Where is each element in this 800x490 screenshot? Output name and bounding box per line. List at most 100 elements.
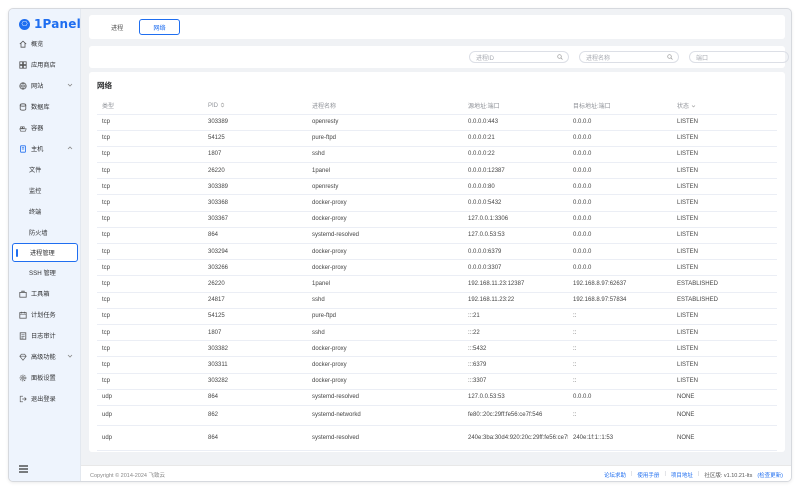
cell-pid: 54125 [203,130,307,147]
cell-source: 127.0.0.53:53 [463,227,568,245]
column-header-label: 状态 [677,104,690,111]
sidebar-item-overview[interactable]: 概览 [9,33,81,54]
cell-process-name: sshd [307,292,463,309]
cell-type: tcp [97,227,203,245]
cell-type: udp [97,425,203,451]
cell-type: tcp [97,275,203,293]
port-placeholder: 端口 [696,55,709,62]
sidebar-item-database[interactable]: 数据库 [9,96,81,117]
table-row: udp 862 systemd-networkd fe80::20c:29ff:fe5… [97,405,777,426]
menu-collapse-icon[interactable] [19,465,28,473]
toolbox-icon [19,290,27,298]
cell-destination: :: [568,373,672,390]
sidebar-item-firewall[interactable]: 防火墙 [9,222,81,243]
cell-destination: 0.0.0.0 [568,146,672,164]
cell-status: LISTEN [672,308,777,325]
sidebar-item-ssh-management[interactable]: SSH 管理 [9,262,81,283]
cell-pid: 864 [203,227,307,245]
sidebar-item-label: 计划任务 [31,312,56,319]
sidebar-item-label: 网站 [31,83,44,90]
sidebar-item-label: 终端 [29,209,42,216]
cell-pid: 54125 [203,308,307,325]
logo-text: 1Panel [34,17,81,31]
check-update-link[interactable]: (检查更新) [757,471,783,479]
table-body: tcp 303389 openresty 0.0.0.0:443 0.0.0.0 LIST… [97,114,777,451]
cell-process-name: systemd-resolved [307,227,463,245]
cell-process-name: systemd-networkd [307,405,463,426]
cell-pid: 303389 [203,178,307,196]
project-link[interactable]: 项目地址 [671,471,693,479]
sidebar-item-label: 防火墙 [29,230,48,237]
sidebar-item-container[interactable]: 容器 [9,117,81,138]
sort-icon[interactable] [220,102,225,108]
cell-type: udp [97,405,203,426]
calendar-icon [19,311,27,319]
cell-source: 0.0.0.0:443 [463,114,568,131]
cell-process-name: systemd-resolved [307,389,463,406]
cell-destination: 192.168.8.97:57834 [568,292,672,309]
process-name-placeholder: 进程名称 [586,55,611,62]
sidebar-item-app-store[interactable]: 应用商店 [9,54,81,75]
sidebar-item-logout[interactable]: 退出登录 [9,388,81,409]
table-row: tcp 303367 docker-proxy 127.0.0.1:3306 0.0.0… [97,211,777,228]
sidebar-item-files[interactable]: 文件 [9,159,81,180]
cell-process-name: docker-proxy [307,373,463,390]
network-table: 类型 PID 进程名称 源地址:端口 目标地址:端口 状态 tcp 303389 o… [97,98,777,451]
network-panel: 网络 类型 PID 进程名称 源地址:端口 目标地址:端口 状态 tcp 3033… [89,72,785,452]
sidebar-item-website[interactable]: 网站 [9,75,81,96]
sidebar-item-terminal[interactable]: 终端 [9,201,81,222]
sidebar-item-label: 监控 [29,188,42,195]
cell-status: LISTEN [672,373,777,390]
logo-icon: ⎔ [19,18,30,30]
cell-type: tcp [97,146,203,164]
divider: | [664,471,666,477]
cell-type: tcp [97,373,203,390]
pid-search-input[interactable]: 进程ID [469,51,569,63]
cell-source: :::6379 [463,356,568,374]
sidebar-item-toolbox[interactable]: 工具箱 [9,283,81,304]
globe-icon [19,81,27,90]
cell-type: tcp [97,308,203,325]
sidebar-item-log-audit[interactable]: 日志审计 [9,325,81,346]
cell-pid: 303382 [203,340,307,358]
cell-destination: 192.168.8.97:62637 [568,275,672,293]
cell-pid: 26220 [203,162,307,180]
host-icon [19,144,27,153]
sidebar-item-monitor[interactable]: 监控 [9,180,81,201]
cell-process-name: sshd [307,146,463,164]
cell-destination: :: [568,356,672,374]
table-row: tcp 303294 docker-proxy 0.0.0.0:6379 0.0.0.0… [97,243,777,261]
cell-pid: 864 [203,389,307,406]
cell-pid: 303389 [203,114,307,131]
logo[interactable]: ⎔ 1Panel [19,15,81,33]
column-header-status[interactable]: 状态 [672,98,777,115]
diamond-icon [19,353,27,361]
cell-destination: 0.0.0.0 [568,389,672,406]
column-header-pid[interactable]: PID [203,98,307,115]
sidebar-item-host[interactable]: 主机 [9,138,81,159]
sidebar-item-advanced[interactable]: 高级功能 [9,346,81,367]
sidebar-item-process-management[interactable]: 进程管理 [12,243,78,262]
manual-link[interactable]: 使用手册 [637,471,659,479]
tab-network[interactable]: 网络 [139,19,180,35]
sidebar-item-label: 容器 [31,125,44,132]
process-name-search-input[interactable]: 进程名称 [579,51,679,63]
port-search-input[interactable]: 端口 [689,51,789,63]
cell-pid: 864 [203,425,307,451]
sidebar-item-label: 文件 [29,167,42,174]
footer-links: 论坛求助 | 使用手册 | 项目地址 | 社区版: v1.10.21-lts (… [604,471,783,479]
cell-type: udp [97,389,203,406]
forum-link[interactable]: 论坛求助 [604,471,626,479]
cell-process-name: openresty [307,178,463,196]
cell-pid: 1807 [203,146,307,164]
sort-icon[interactable] [691,103,696,109]
sidebar-item-label: 应用商店 [31,62,56,69]
cell-type: tcp [97,292,203,309]
tab-process[interactable]: 进程 [97,19,137,35]
sidebar-item-cron[interactable]: 计划任务 [9,304,81,325]
cell-source: 0.0.0.0:3307 [463,259,568,277]
tab-bar: 进程 网络 [89,15,785,39]
table-row: tcp 1807 sshd:::22:: LISTEN [97,324,777,342]
sidebar-item-panel-settings[interactable]: 面板设置 [9,367,81,388]
cell-source: 127.0.0.1:3306 [463,211,568,228]
